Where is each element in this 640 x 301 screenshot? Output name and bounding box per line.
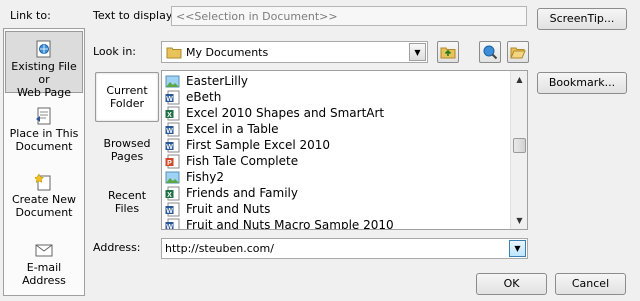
- svg-text:X: X: [167, 191, 172, 198]
- link-item-create-new[interactable]: Create New Document: [5, 165, 83, 227]
- link-item-email[interactable]: E-mail Address: [5, 233, 83, 295]
- view-tabs: Current Folder Browsed Pages Recent File…: [93, 70, 161, 230]
- file-list-item[interactable]: W First Sample Excel 2010: [165, 137, 330, 153]
- open-folder-icon: [510, 47, 526, 59]
- file-name: Fishy2: [186, 170, 224, 184]
- file-name: Fish Tale Complete: [186, 154, 299, 168]
- link-item-label: Create New: [11, 193, 77, 206]
- file-list-item[interactable]: WeBeth: [165, 89, 221, 105]
- address-value: http://steuben.com/: [165, 242, 274, 255]
- vertical-scrollbar[interactable]: ▲ ▼: [510, 71, 527, 229]
- look-in-value: My Documents: [186, 46, 269, 59]
- file-list[interactable]: EasterLilly WeBeth X Excel 2010 Shapes and …: [161, 70, 528, 230]
- text-to-display-label: Text to display:: [93, 9, 176, 22]
- file-list-item[interactable]: P Fish Tale Complete: [165, 153, 298, 169]
- svg-text:W: W: [166, 223, 173, 230]
- link-item-label: Document: [15, 140, 73, 153]
- look-in-label: Look in:: [93, 45, 136, 58]
- word-file-icon: W: [165, 90, 180, 104]
- tab-recent-files[interactable]: Recent Files: [95, 178, 159, 228]
- tab-label: Folder: [110, 97, 144, 110]
- ok-button[interactable]: OK: [476, 273, 547, 295]
- file-name: Excel 2010 Shapes and SmartArt: [186, 106, 385, 120]
- link-to-panel: Existing File or Web Page Place in This …: [3, 28, 85, 296]
- file-list-item[interactable]: W Excel in a Table: [165, 121, 279, 137]
- file-list-item[interactable]: EasterLilly: [165, 73, 248, 89]
- folder-up-icon: [440, 47, 456, 59]
- browse-web-button[interactable]: [479, 41, 501, 63]
- address-label: Address:: [93, 241, 141, 254]
- tab-label: Recent: [107, 189, 147, 202]
- file-name: EasterLilly: [186, 74, 248, 88]
- word-file-icon: W: [165, 138, 180, 152]
- link-item-label: Web Page: [16, 86, 72, 99]
- link-item-label: Place in This: [9, 127, 79, 140]
- link-item-label: E-mail Address: [22, 261, 66, 287]
- link-item-label: Document: [15, 206, 73, 219]
- email-icon: [35, 244, 53, 257]
- scroll-up-icon[interactable]: ▲: [512, 72, 527, 87]
- file-list-item[interactable]: W Fruit and Nuts: [165, 201, 270, 217]
- scroll-down-icon[interactable]: ▼: [512, 213, 527, 228]
- file-list-item[interactable]: W Fruit and Nuts Macro Sample 2010: [165, 217, 394, 230]
- look-in-dropdown[interactable]: My Documents ▼: [161, 41, 428, 63]
- cancel-button[interactable]: Cancel: [555, 273, 626, 295]
- image-file-icon: [165, 75, 180, 87]
- globe-search-icon: [483, 45, 498, 60]
- link-item-existing-file[interactable]: Existing File or Web Page: [5, 31, 83, 99]
- file-list-item[interactable]: Fishy2: [165, 169, 224, 185]
- tab-current-folder[interactable]: Current Folder: [95, 72, 159, 122]
- bookmark-button[interactable]: Bookmark...: [537, 72, 627, 94]
- screentip-button[interactable]: ScreenTip...: [537, 8, 627, 30]
- file-name: Fruit and Nuts Macro Sample 2010: [186, 218, 394, 230]
- excel-file-icon: X: [165, 186, 180, 200]
- browse-file-button[interactable]: [507, 41, 529, 63]
- svg-text:W: W: [166, 207, 173, 214]
- svg-text:W: W: [166, 95, 173, 102]
- image-file-icon: [165, 171, 180, 183]
- powerpoint-file-icon: P: [165, 154, 180, 168]
- file-name: Excel in a Table: [186, 122, 279, 136]
- tab-label: Pages: [110, 150, 144, 163]
- file-list-item[interactable]: X Friends and Family: [165, 185, 298, 201]
- link-item-place-in-document[interactable]: Place in This Document: [5, 99, 83, 161]
- excel-file-icon: X: [165, 106, 180, 120]
- new-document-icon: [35, 173, 51, 191]
- svg-text:W: W: [166, 127, 173, 134]
- up-one-folder-button[interactable]: [437, 41, 459, 63]
- folder-icon: [166, 47, 182, 59]
- svg-text:X: X: [167, 111, 172, 118]
- chevron-down-icon[interactable]: ▼: [509, 240, 526, 257]
- svg-text:W: W: [166, 143, 173, 150]
- scroll-thumb[interactable]: [513, 138, 526, 153]
- tab-label: Files: [114, 202, 140, 215]
- file-name: Friends and Family: [186, 186, 298, 200]
- web-page-icon: [36, 40, 51, 58]
- word-file-icon: W: [165, 218, 180, 230]
- link-item-label: Existing File or: [11, 60, 77, 86]
- tab-label: Current: [106, 84, 148, 97]
- tab-browsed-pages[interactable]: Browsed Pages: [95, 126, 159, 176]
- svg-text:P: P: [167, 159, 172, 166]
- address-combobox[interactable]: http://steuben.com/ ▼: [161, 238, 528, 259]
- file-list-item[interactable]: X Excel 2010 Shapes and SmartArt: [165, 105, 384, 121]
- link-to-label: Link to:: [10, 9, 51, 22]
- document-place-icon: [36, 107, 51, 125]
- tab-label: Browsed: [103, 137, 151, 150]
- text-to-display-field[interactable]: <<Selection in Document>>: [171, 6, 527, 26]
- file-name: First Sample Excel 2010: [186, 138, 331, 152]
- file-name: eBeth: [186, 90, 222, 104]
- file-name: Fruit and Nuts: [186, 202, 271, 216]
- word-file-icon: W: [165, 202, 180, 216]
- word-file-icon: W: [165, 122, 180, 136]
- chevron-down-icon[interactable]: ▼: [409, 43, 426, 61]
